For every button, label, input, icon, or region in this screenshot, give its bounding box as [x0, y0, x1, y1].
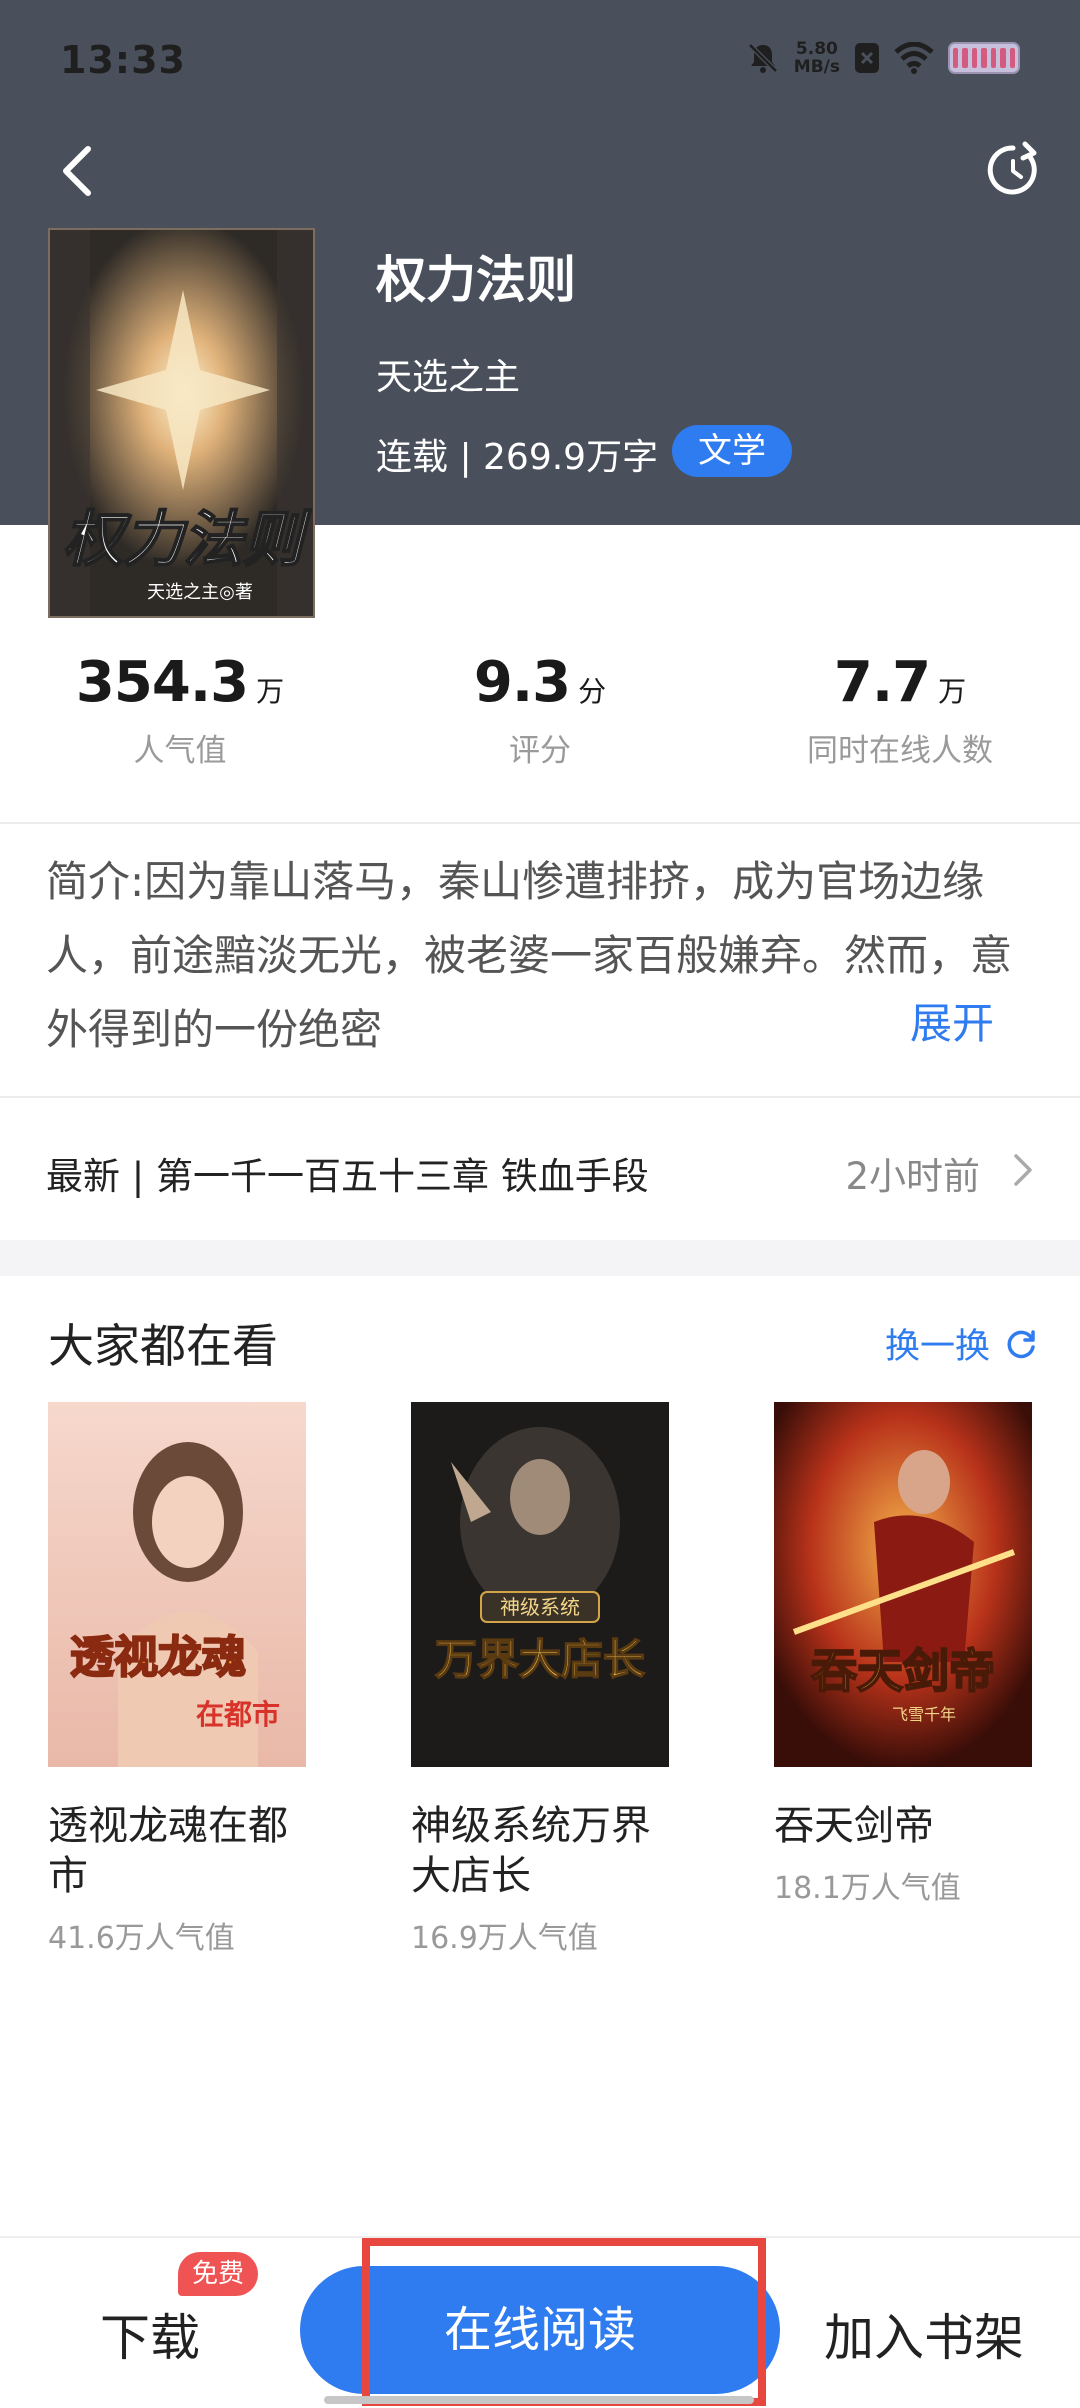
cover-text: 吞天剑帝 [811, 1644, 995, 1698]
latest-chapter-row[interactable]: 最新 | 第一千一百五十三章 铁血手段 2小时前 [0, 1100, 1080, 1240]
wifi-icon [894, 42, 934, 74]
highlight-box [362, 2238, 766, 2406]
cover-title-text: 权力法则 [63, 505, 312, 575]
shuffle-button[interactable]: 换一换 [885, 1318, 1038, 1369]
stats-row: 354.3 万 人气值 9.3 分 评分 7.7 万 同时在线人数 [0, 650, 1080, 770]
stat-label: 评分 [509, 733, 571, 769]
cover-text: 万界大店长 [435, 1635, 645, 1684]
stat-label: 人气值 [133, 733, 227, 769]
cover-text: 透视龙魂 [70, 1632, 246, 1683]
book-intro: 简介:因为靠山落马，秦山惨遭排挤，成为官场边缘人，前途黯淡无光，被老婆一家百般嫌… [46, 857, 1013, 1054]
add-to-shelf-button[interactable]: 加入书架 [824, 2298, 1024, 2370]
book-author[interactable]: 天选之主 [376, 348, 520, 400]
recommend-popularity: 16.9万人气值 [411, 1921, 598, 1956]
battery-icon [948, 42, 1020, 74]
book-title: 权力法则 [376, 251, 576, 309]
cover-subtext: 在都市 [196, 1698, 280, 1731]
status-time: 13:33 [60, 38, 186, 82]
recommend-title: 大家都在看 [48, 1319, 278, 1373]
latest-chapter-time: 2小时前 [845, 1155, 980, 1198]
recommend-cover: 透视龙魂 在都市 [48, 1402, 306, 1767]
recommend-item[interactable]: 神级系统 万界大店长 神级系统万界大店长 16.9万人气值 [411, 1402, 669, 1957]
back-button[interactable] [48, 135, 108, 205]
stat-label: 同时在线人数 [807, 733, 993, 769]
recommend-item[interactable]: 吞天剑帝 飞雪千年 吞天剑帝 18.1万人气值 [774, 1402, 1032, 1957]
refresh-button[interactable] [978, 135, 1048, 205]
status-bar: 13:33 5.80 MB/s [0, 0, 1080, 120]
section-gap [0, 1240, 1080, 1276]
recommend-item[interactable]: 透视龙魂 在都市 透视龙魂在都市 41.6万人气值 [48, 1402, 306, 1957]
divider [0, 1096, 1080, 1098]
recommend-popularity: 18.1万人气值 [774, 1871, 961, 1906]
cover-subtext: 神级系统 [500, 1595, 580, 1619]
recommend-name: 吞天剑帝 [774, 1803, 934, 1849]
stat-unit: 万 [256, 675, 285, 708]
expand-button[interactable]: 展开 [910, 990, 994, 1051]
recommend-name: 透视龙魂在都市 [48, 1803, 288, 1899]
book-cover-art: 权力法则 天选之主◎著 [50, 230, 313, 616]
stat-online: 7.7 万 同时在线人数 [720, 650, 1080, 770]
recommend-name: 神级系统万界大店长 [411, 1803, 651, 1899]
net-speed: 5.80 MB/s [793, 39, 840, 77]
category-tag[interactable]: 文学 [672, 425, 792, 477]
download-button[interactable]: 下载 [100, 2298, 200, 2370]
stat-unit: 万 [938, 675, 967, 708]
stat-value: 9.3 [473, 650, 571, 715]
latest-chapter-text: 最新 | 第一千一百五十三章 铁血手段 [46, 1155, 649, 1198]
book-cover[interactable]: 权力法则 天选之主◎著 [48, 228, 315, 618]
home-indicator[interactable] [324, 2396, 754, 2404]
divider [0, 822, 1080, 824]
book-meta: 连载 | 269.9万字 [376, 437, 659, 478]
cover-subtext: 飞雪千年 [892, 1705, 956, 1724]
refresh-icon [987, 141, 1037, 195]
stat-rating: 9.3 分 评分 [360, 650, 720, 770]
free-badge: 免费 [178, 2252, 259, 2296]
refresh-icon [1007, 1329, 1035, 1358]
sim-icon [855, 43, 879, 73]
recommend-list: 透视龙魂 在都市 透视龙魂在都市 41.6万人气值 神级系统 万界大店长 神级系… [48, 1402, 1032, 1957]
chevron-right-icon [1014, 1154, 1032, 1186]
chevron-left-icon [63, 146, 91, 196]
stat-value: 354.3 [75, 650, 249, 715]
stat-value: 7.7 [833, 650, 931, 715]
shuffle-label: 换一换 [884, 1327, 990, 1367]
stat-unit: 分 [578, 675, 607, 708]
status-icons: 5.80 MB/s [746, 40, 1020, 76]
recommend-cover: 神级系统 万界大店长 [411, 1402, 669, 1767]
stat-popularity: 354.3 万 人气值 [0, 650, 360, 770]
mute-bell-icon [748, 43, 778, 73]
cover-author-text: 天选之主◎著 [147, 582, 253, 603]
recommend-cover: 吞天剑帝 飞雪千年 [774, 1402, 1032, 1767]
recommend-popularity: 41.6万人气值 [48, 1921, 235, 1956]
